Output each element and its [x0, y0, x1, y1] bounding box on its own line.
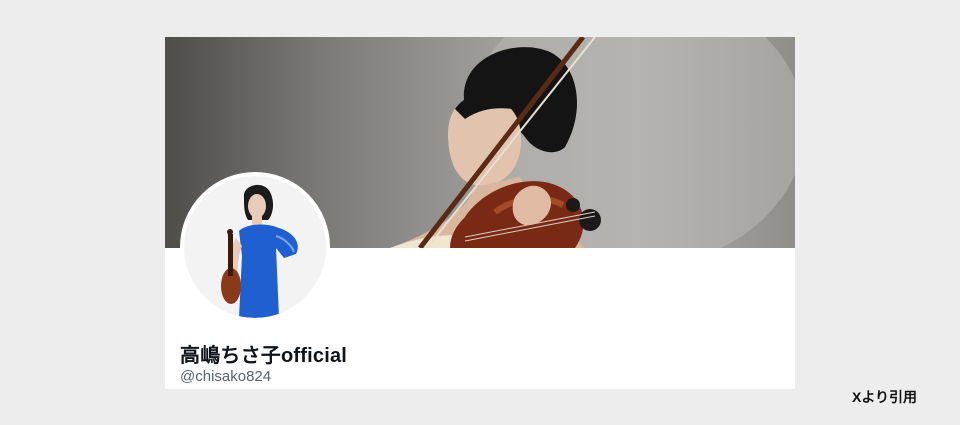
display-name: 高嶋ちさ子official [180, 345, 348, 367]
source-caption: Xより引用 [852, 389, 918, 405]
user-handle: @chisako824 [180, 368, 272, 385]
avatar[interactable] [180, 172, 330, 322]
violinist-profile-photo [184, 176, 326, 318]
profile-card: 高嶋ちさ子official @chisako824 [165, 37, 795, 389]
